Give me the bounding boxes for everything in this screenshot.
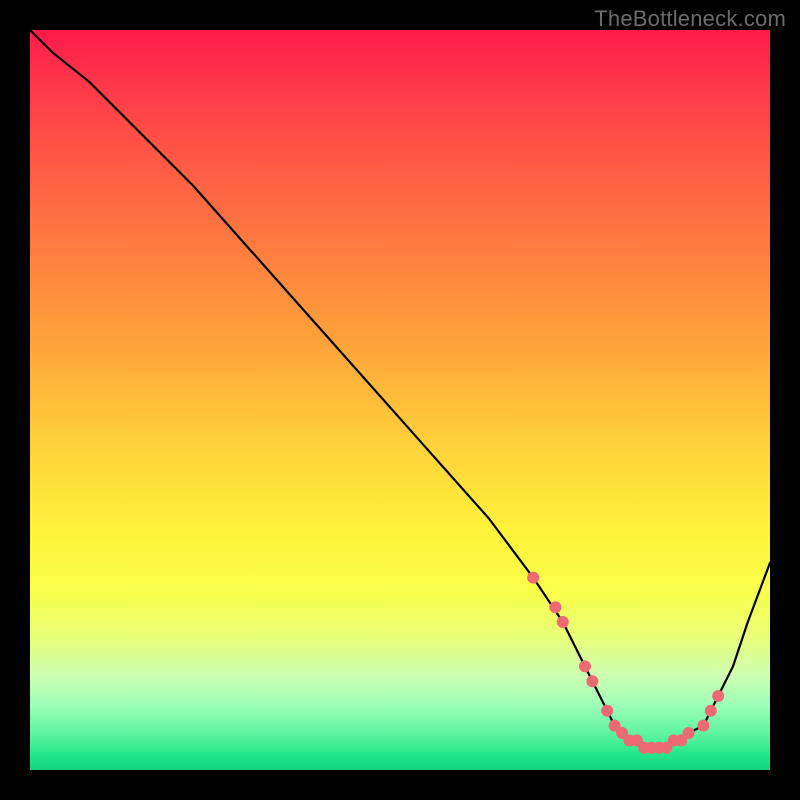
data-marker: [601, 705, 613, 717]
attribution-label: TheBottleneck.com: [594, 6, 786, 32]
data-marker: [712, 690, 724, 702]
data-marker: [527, 572, 539, 584]
data-marker: [557, 616, 569, 628]
chart-line: [30, 30, 770, 748]
plot-area: [30, 30, 770, 770]
data-marker: [586, 675, 598, 687]
data-marker: [697, 720, 709, 732]
data-marker: [683, 727, 695, 739]
data-marker: [579, 660, 591, 672]
chart-frame: TheBottleneck.com: [0, 0, 800, 800]
data-marker: [705, 705, 717, 717]
data-marker: [549, 601, 561, 613]
chart-markers: [527, 572, 724, 754]
chart-svg: [30, 30, 770, 770]
